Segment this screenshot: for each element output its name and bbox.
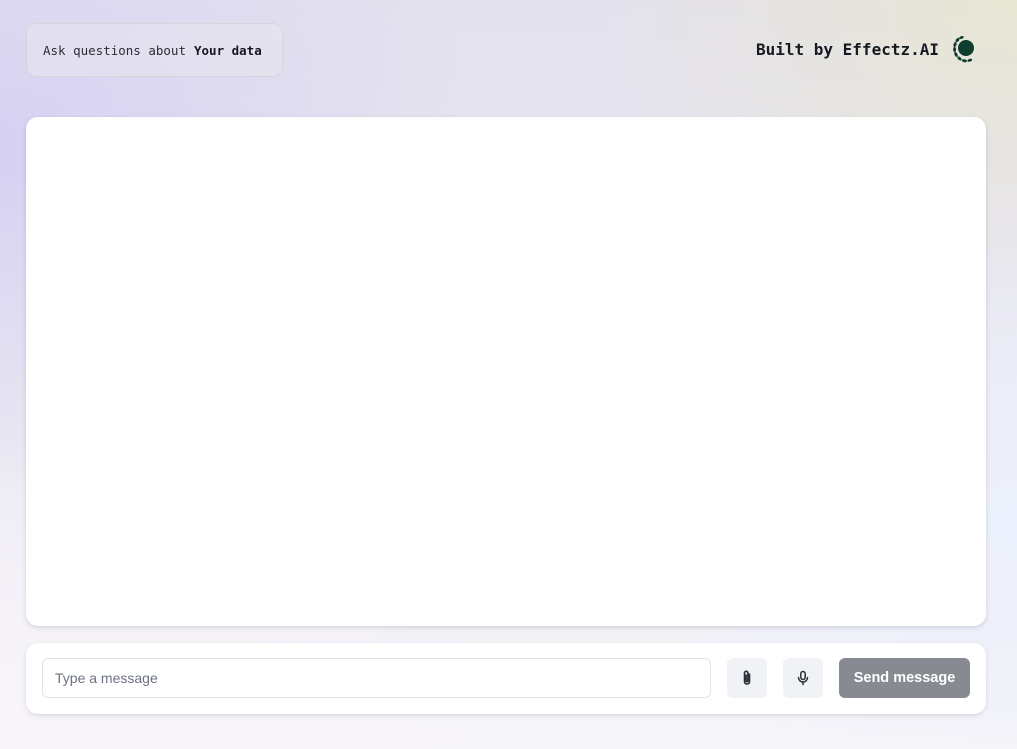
microphone-icon — [796, 670, 810, 686]
brand-text[interactable]: Built by Effectz.AI — [756, 40, 939, 59]
leaf-globe-icon — [951, 34, 977, 64]
message-input[interactable] — [42, 658, 711, 698]
paperclip-icon — [739, 669, 755, 687]
message-composer: Send message — [26, 643, 986, 714]
attach-button[interactable] — [727, 658, 767, 698]
topic-highlight: Your data — [194, 42, 262, 58]
topic-badge: Ask questions about Your data — [26, 23, 283, 77]
send-message-button[interactable]: Send message — [839, 658, 970, 698]
voice-input-button[interactable] — [783, 658, 823, 698]
brand: Built by Effectz.AI — [756, 34, 977, 64]
topic-prefix: Ask questions about — [43, 42, 186, 58]
chat-messages-panel[interactable] — [26, 117, 986, 626]
